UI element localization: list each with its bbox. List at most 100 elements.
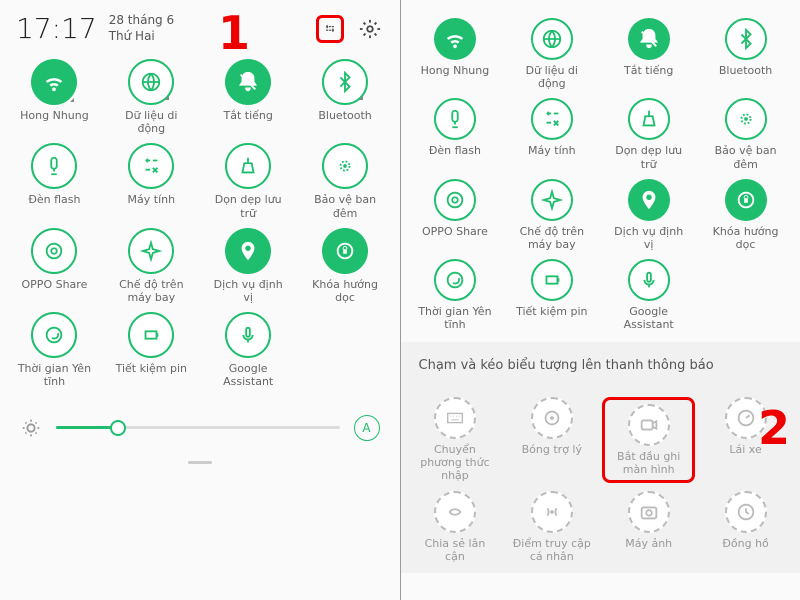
quick-settings-grid: Hong Nhung Dữ liệu di động Tắt tiếng Blueto… — [0, 49, 400, 399]
qs-tile-bell-off[interactable]: Tắt tiếng — [202, 59, 295, 135]
wifi-icon — [31, 59, 77, 105]
date-line-2: Thứ Hai — [109, 29, 174, 45]
qs-tile-flash[interactable]: Đèn flash — [8, 143, 101, 219]
qs-tile-dnd[interactable]: Thời gian Yên tĩnh — [8, 312, 101, 388]
tile-label: Máy tính — [128, 193, 176, 206]
edit-tiles-button[interactable] — [316, 15, 344, 43]
qs-tile-wifi[interactable]: Hong Nhung — [409, 18, 502, 90]
plane-icon — [531, 179, 573, 221]
qs-tile-lock-rot[interactable]: Khóa hướng dọc — [699, 179, 792, 251]
hotspot-icon — [531, 491, 573, 533]
battery-icon — [128, 312, 174, 358]
lock-rot-icon — [725, 179, 767, 221]
calc-icon — [128, 143, 174, 189]
mic-icon — [225, 312, 271, 358]
step-1-badge: 1 — [218, 6, 250, 60]
date-line-1: 28 tháng 6 — [109, 13, 174, 29]
settings-button[interactable] — [356, 15, 384, 43]
tile-label: Bảo vệ ban đêm — [305, 193, 385, 219]
tile-label: Thời gian Yên tĩnh — [415, 305, 495, 331]
available-tiles-tray: Chạm và kéo biểu tượng lên thanh thông b… — [401, 342, 800, 574]
lock-rot-icon — [322, 228, 368, 274]
qs-tile-camera[interactable]: Máy ảnh — [602, 491, 695, 563]
clock-icon — [725, 491, 767, 533]
bt-icon — [322, 59, 368, 105]
tile-label: Tắt tiếng — [624, 64, 673, 77]
plane-icon — [128, 228, 174, 274]
bubble-icon — [531, 397, 573, 439]
qs-tile-night[interactable]: Bảo vệ ban đêm — [699, 98, 792, 170]
tile-label: Khóa hướng dọc — [305, 278, 385, 304]
qs-tile-kbd[interactable]: Chuyển phương thức nhập — [409, 397, 502, 483]
dnd-icon — [31, 312, 77, 358]
night-icon — [322, 143, 368, 189]
qs-tile-battery[interactable]: Tiết kiệm pin — [105, 312, 198, 388]
tile-label: Google Assistant — [208, 362, 288, 388]
qs-tile-loc[interactable]: Dịch vụ định vị — [602, 179, 695, 251]
tile-label: Đồng hồ — [722, 537, 768, 550]
tray-grid: Chuyển phương thức nhậpBóng trợ lýBắt đầ… — [401, 379, 800, 574]
brightness-icon — [20, 417, 42, 439]
tile-label: Dọn dẹp lưu trữ — [208, 193, 288, 219]
qs-tile-plane[interactable]: Chế độ trên máy bay — [505, 179, 598, 251]
qs-tile-bt[interactable]: Bluetooth — [699, 18, 792, 90]
tile-label: Bluetooth — [318, 109, 371, 122]
auto-brightness-toggle[interactable]: A — [354, 415, 380, 441]
tile-label: Chuyển phương thức nhập — [415, 443, 495, 483]
brightness-slider[interactable] — [56, 426, 340, 429]
qs-tile-wifi[interactable]: Hong Nhung — [8, 59, 101, 135]
qs-tile-sweep[interactable]: Dọn dẹp lưu trữ — [602, 98, 695, 170]
qs-tile-plane[interactable]: Chế độ trên máy bay — [105, 228, 198, 304]
tile-label: Dữ liệu di động — [111, 109, 191, 135]
tile-label: Tắt tiếng — [224, 109, 273, 122]
qs-tile-bell-off[interactable]: Tắt tiếng — [602, 18, 695, 90]
qs-tile-mic[interactable]: Google Assistant — [202, 312, 295, 388]
flash-icon — [31, 143, 77, 189]
qs-tile-flash[interactable]: Đèn flash — [409, 98, 502, 170]
share-icon — [31, 228, 77, 274]
camera-icon — [628, 491, 670, 533]
globe-icon — [128, 59, 174, 105]
tile-label: Hong Nhung — [421, 64, 490, 77]
wifi-icon — [434, 18, 476, 60]
calc-icon — [531, 98, 573, 140]
qs-tile-bubble[interactable]: Bóng trợ lý — [505, 397, 598, 483]
tray-hint: Chạm và kéo biểu tượng lên thanh thông b… — [401, 348, 800, 379]
qs-tile-calc[interactable]: Máy tính — [505, 98, 598, 170]
tile-label: Dữ liệu di động — [512, 64, 592, 90]
bt-icon — [725, 18, 767, 60]
qs-tile-loc[interactable]: Dịch vụ định vị — [202, 228, 295, 304]
loc-icon — [628, 179, 670, 221]
status-bar: 17:17 28 tháng 6 Thứ Hai — [0, 0, 400, 49]
tile-label: Chế độ trên máy bay — [512, 225, 592, 251]
panel-drag-handle[interactable] — [188, 461, 212, 464]
tile-label: Dịch vụ định vị — [208, 278, 288, 304]
qs-tile-lock-rot[interactable]: Khóa hướng dọc — [299, 228, 392, 304]
qs-tile-calc[interactable]: Máy tính — [105, 143, 198, 219]
tile-label: Khóa hướng dọc — [706, 225, 786, 251]
panel-step-2: Hong Nhung Dữ liệu di động Tắt tiếng Blueto… — [401, 0, 800, 600]
qs-tile-share[interactable]: OPPO Share — [8, 228, 101, 304]
panel-step-1: 17:17 28 tháng 6 Thứ Hai 1 Hong Nhung Dữ … — [0, 0, 401, 600]
qs-tile-clock[interactable]: Đồng hồ — [699, 491, 792, 563]
tile-label: Hong Nhung — [20, 109, 89, 122]
tile-label: Bluetooth — [719, 64, 772, 77]
tile-label: Dọn dẹp lưu trữ — [609, 144, 689, 170]
tile-label: Bảo vệ ban đêm — [706, 144, 786, 170]
mic-icon — [628, 259, 670, 301]
qs-tile-globe[interactable]: Dữ liệu di động — [105, 59, 198, 135]
qs-tile-night[interactable]: Bảo vệ ban đêm — [299, 143, 392, 219]
qs-tile-sweep[interactable]: Dọn dẹp lưu trữ — [202, 143, 295, 219]
qs-tile-globe[interactable]: Dữ liệu di động — [505, 18, 598, 90]
night-icon — [725, 98, 767, 140]
qs-tile-battery[interactable]: Tiết kiệm pin — [505, 259, 598, 331]
qs-tile-bt[interactable]: Bluetooth — [299, 59, 392, 135]
qs-tile-record[interactable]: Bắt đầu ghi màn hình — [602, 397, 695, 483]
qs-tile-dnd[interactable]: Thời gian Yên tĩnh — [409, 259, 502, 331]
qs-tile-nearby[interactable]: Chia sẻ lân cận — [409, 491, 502, 563]
qs-tile-hotspot[interactable]: Điểm truy cập cá nhân — [505, 491, 598, 563]
qs-tile-share[interactable]: OPPO Share — [409, 179, 502, 251]
qs-tile-mic[interactable]: Google Assistant — [602, 259, 695, 331]
battery-icon — [531, 259, 573, 301]
tile-label: OPPO Share — [22, 278, 88, 291]
